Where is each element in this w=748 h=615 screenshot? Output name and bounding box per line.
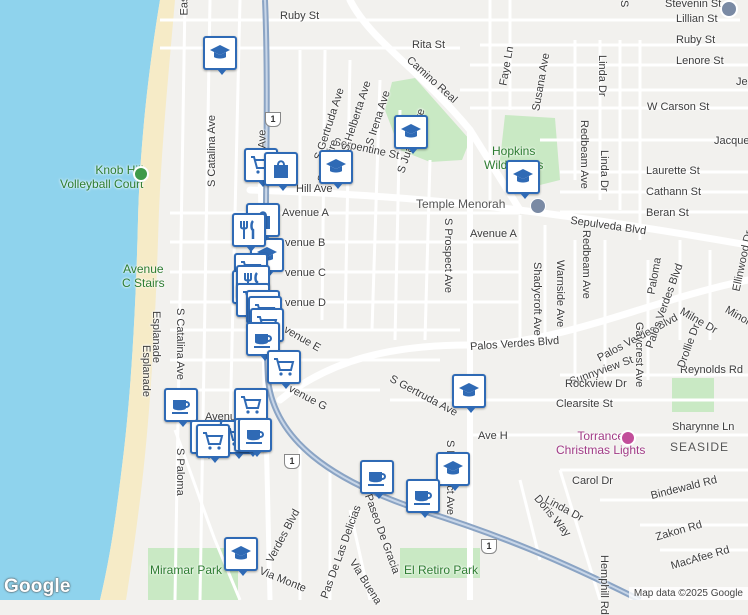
street-label: Esplanade (140, 345, 152, 397)
cart-marker[interactable] (234, 388, 268, 427)
school-marker[interactable] (506, 160, 540, 199)
cart-icon (201, 429, 225, 453)
street-label: Beran St (646, 207, 689, 219)
cafe-icon (365, 465, 389, 489)
street-label: Sharynne Ln (672, 421, 735, 433)
street-label: Gaycrest Ave (633, 322, 645, 388)
school-icon (511, 165, 535, 189)
street-label: venue C (285, 267, 326, 279)
restaurant-icon (237, 218, 261, 242)
school-marker[interactable] (319, 150, 353, 189)
poi-temple-menorah[interactable]: Temple Menorah (416, 197, 505, 211)
street-label: Avenue A (470, 228, 517, 240)
cafe-marker[interactable] (238, 418, 272, 457)
school-icon (229, 542, 253, 566)
shopping-bag-marker[interactable] (264, 152, 298, 191)
poi-avenue-c-stairs[interactable]: Avenue C Stairs (122, 262, 165, 290)
street-label: S Catalina Ave (205, 115, 218, 187)
street-label: W Carson St (647, 101, 710, 113)
school-marker[interactable] (436, 452, 470, 491)
street-label: Linda Dr (596, 55, 608, 97)
school-icon (457, 379, 481, 403)
school-icon (208, 41, 232, 65)
street-label: Rita St (412, 39, 446, 51)
cafe-icon (411, 484, 435, 508)
star-of-david-icon[interactable] (530, 198, 546, 214)
school-icon (441, 457, 465, 481)
street-label: Clearsite St (556, 398, 613, 410)
cafe-marker[interactable] (164, 388, 198, 427)
shopping-bag-icon (269, 157, 293, 181)
route-1-shield: 1 (265, 112, 281, 127)
street-label: S Catalina Ave (174, 308, 186, 380)
cafe-marker[interactable] (360, 460, 394, 499)
route-1-shield: 1 (284, 454, 300, 469)
poi-knob-hill-volleyball-court[interactable]: Knob Hill Volleyball Court (60, 163, 143, 191)
street-label: Reynolds Rd (680, 364, 743, 376)
street-label: Je (736, 76, 748, 88)
cafe-marker[interactable] (406, 479, 440, 518)
poi-miramar-park[interactable]: Miramar Park (150, 563, 222, 577)
street-label: venue D (285, 297, 326, 309)
cafe-icon (169, 393, 193, 417)
street-label: Ave H (478, 430, 508, 442)
poi-pin-icon[interactable] (133, 166, 149, 182)
route-1-shield: 1 (481, 539, 497, 554)
street-label: venue B (285, 237, 326, 249)
school-icon (399, 120, 423, 144)
cart-marker[interactable] (196, 424, 230, 463)
cart-icon (239, 393, 263, 417)
street-label: Lillian St (676, 13, 718, 25)
cafe-icon (251, 327, 275, 351)
cart-icon (272, 355, 296, 379)
school-marker[interactable] (203, 36, 237, 75)
street-label: Ruby St (676, 34, 716, 46)
restaurant-marker[interactable] (232, 213, 266, 252)
street-label: Ruby St (280, 10, 320, 22)
street-label: Redbeam Ave (580, 230, 592, 299)
google-logo[interactable]: Google (4, 576, 71, 598)
school-marker[interactable] (452, 374, 486, 413)
school-marker[interactable] (224, 537, 258, 576)
street-label: S Paloma (174, 448, 186, 496)
street-label: Carol Dr (572, 475, 613, 487)
cafe-icon (243, 423, 267, 447)
street-label: Warnside Ave (554, 260, 566, 328)
area-label-seaside: SEASIDE (670, 440, 730, 454)
street-label: Jacque (714, 135, 748, 147)
street-label: Shadycroft Ave (531, 262, 543, 336)
map-attribution[interactable]: Map data ©2025 Google (628, 587, 748, 600)
poi-el-retiro-park[interactable]: El Retiro Park (404, 563, 478, 577)
street-label: Hemphill Rd (598, 555, 610, 615)
street-label: Cathann St (646, 186, 702, 198)
camera-icon[interactable] (620, 430, 636, 446)
street-label: Linda Dr (598, 150, 610, 192)
school-marker[interactable] (394, 115, 428, 154)
street-label: Eas (178, 0, 191, 16)
street-label: Avenue A (282, 207, 329, 219)
street-label: S (618, 0, 630, 8)
school-icon (324, 155, 348, 179)
street-label: Redbeam Ave (578, 120, 590, 189)
street-label: Lenore St (676, 55, 724, 67)
street-label: S Prospect Ave (442, 218, 454, 294)
street-label: Stevenin St (665, 0, 722, 10)
cart-marker[interactable] (267, 350, 301, 389)
location-pin-icon[interactable] (720, 0, 738, 18)
street-label: Laurette St (646, 165, 700, 177)
street-label: Hill Ave (296, 183, 333, 195)
street-label: Rockview Dr (565, 378, 627, 390)
